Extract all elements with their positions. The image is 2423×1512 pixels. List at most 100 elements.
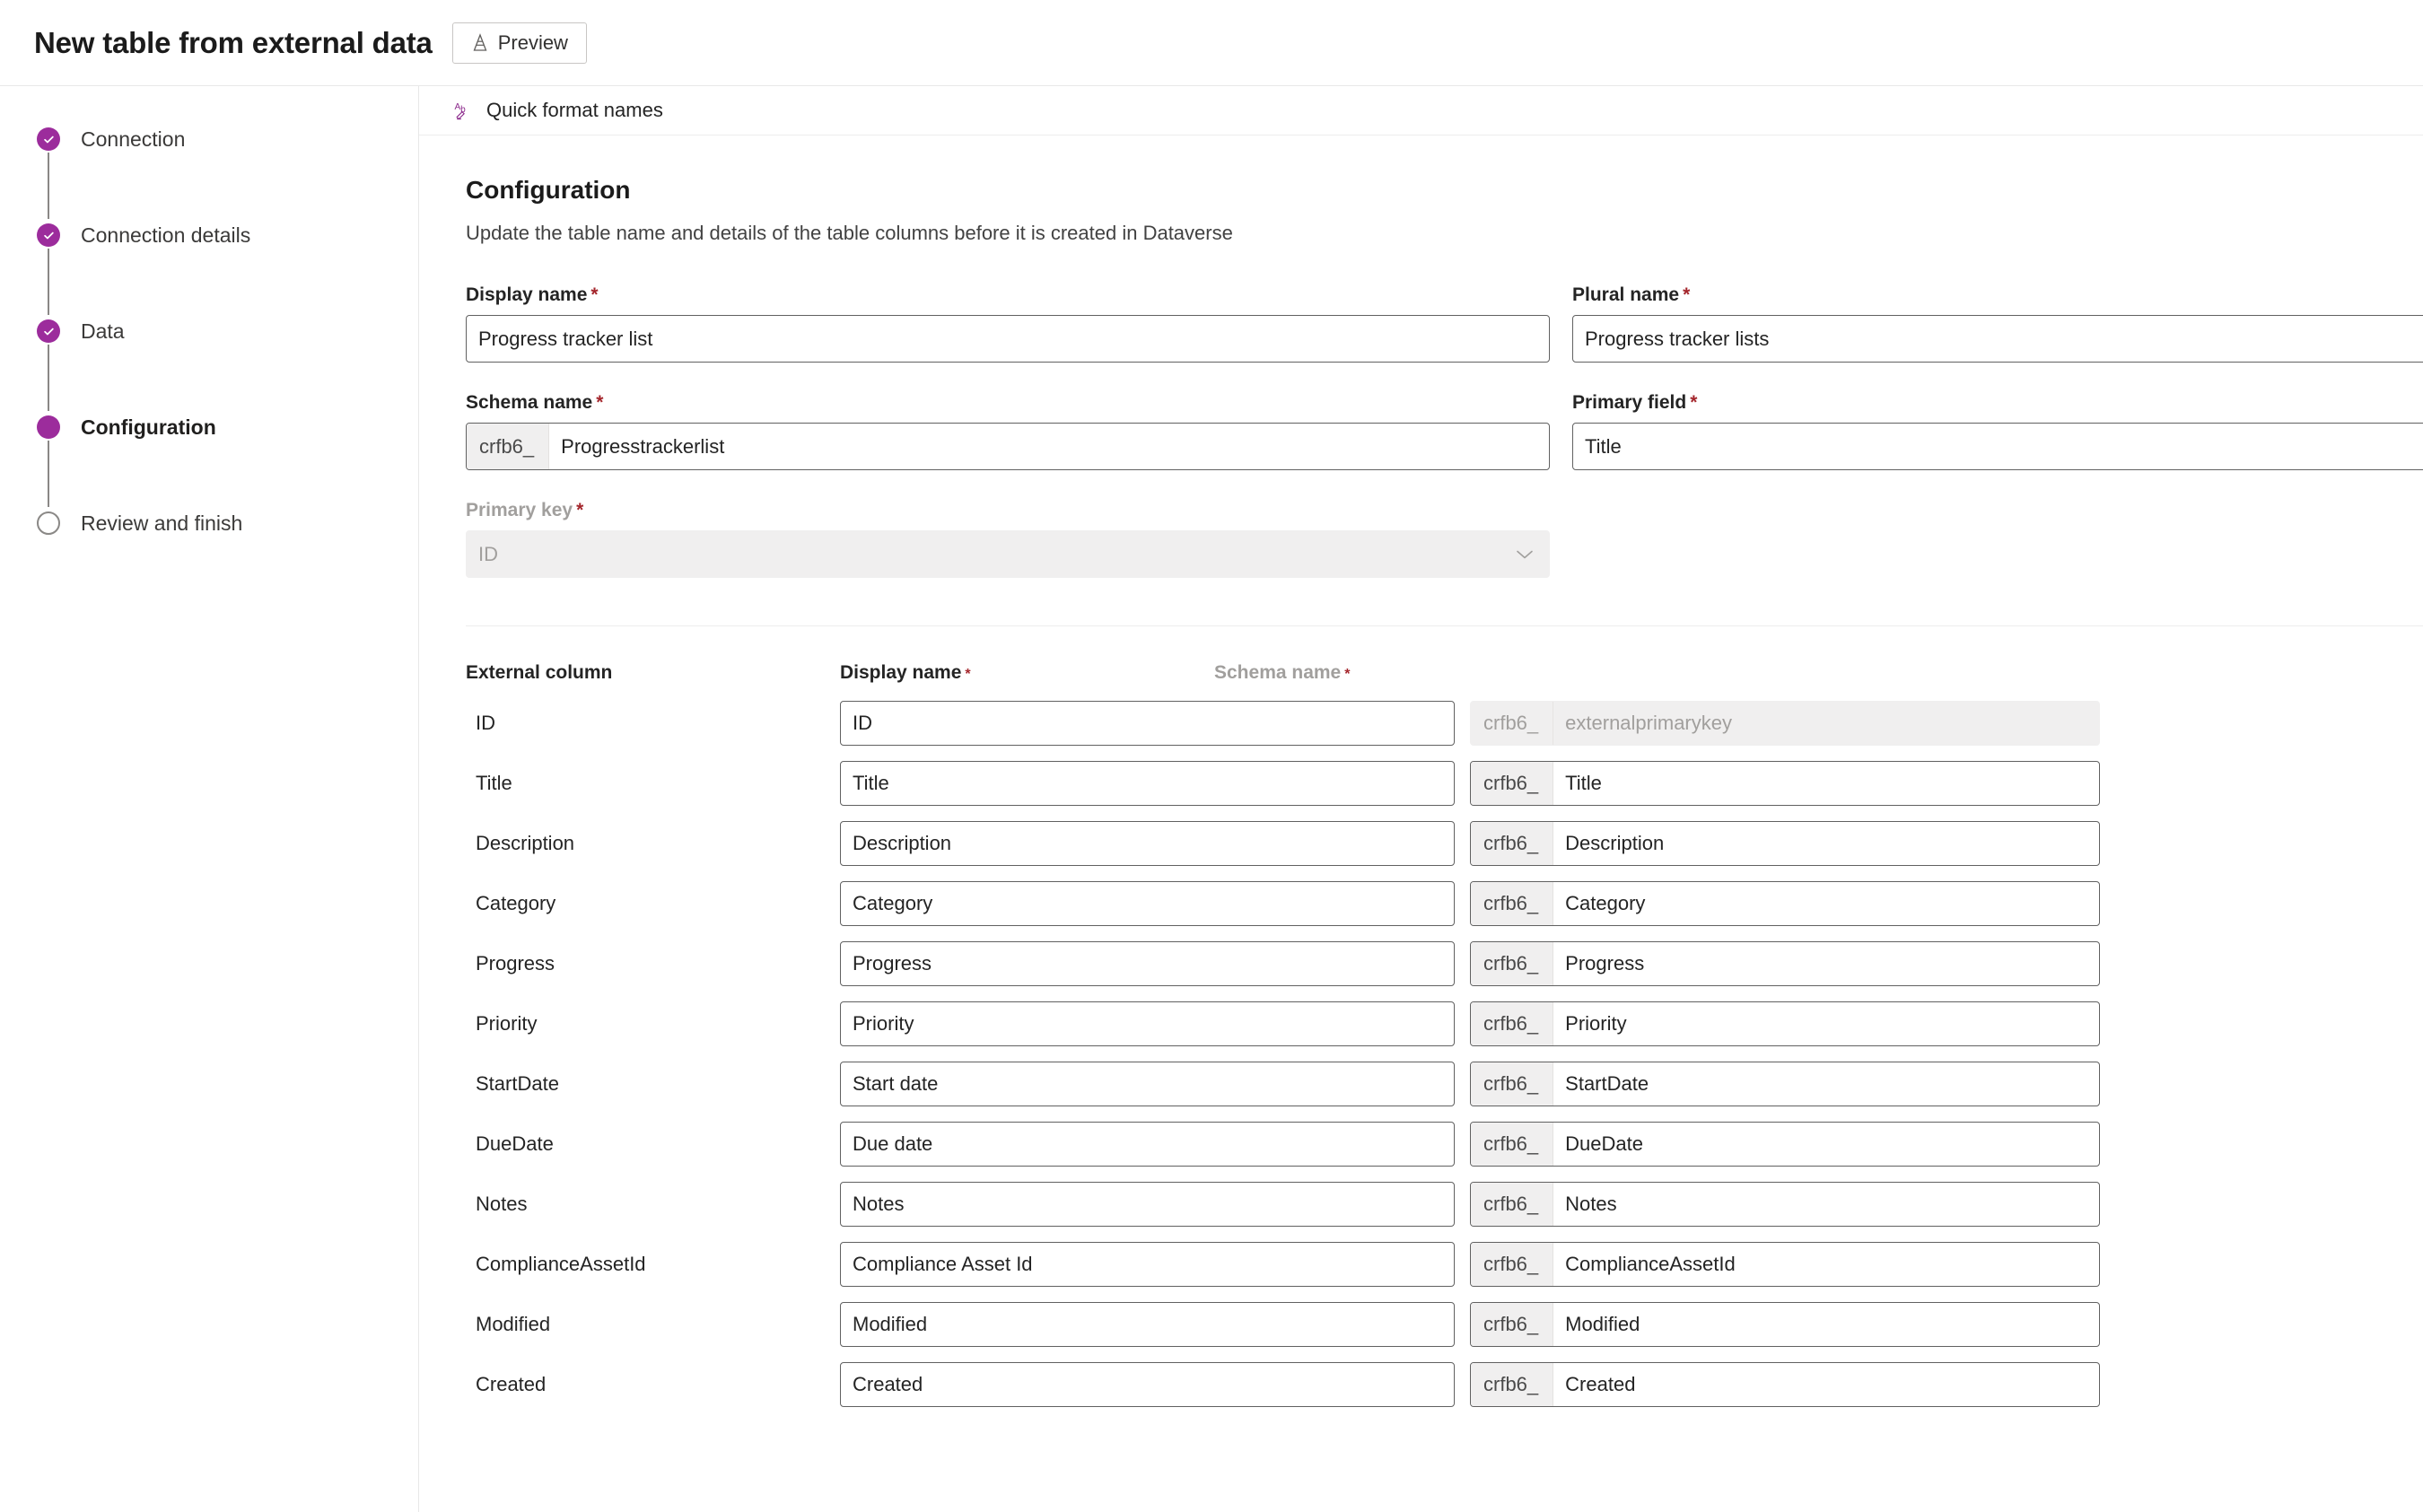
- schema-name-input-wrapper[interactable]: crfb6_: [1470, 820, 2100, 866]
- schema-name-input[interactable]: [1553, 1302, 2099, 1346]
- plural-name-input-wrapper[interactable]: [1572, 315, 2423, 363]
- schema-name-input-wrapper[interactable]: crfb6_: [1470, 1001, 2100, 1046]
- schema-name-input-wrapper[interactable]: crfb6_: [1470, 760, 2100, 806]
- schema-name-input[interactable]: [1553, 1362, 2099, 1406]
- schema-name-input-wrapper[interactable]: crfb6_: [1470, 1361, 2100, 1407]
- preview-label: Preview: [497, 31, 568, 54]
- schema-name-cell: crfb6_: [1470, 1001, 2100, 1046]
- form-column-left: Display name* Schema name* crfb6_: [466, 284, 1550, 607]
- schema-name-prefix: crfb6_: [1471, 821, 1554, 865]
- step-label: Configuration: [81, 415, 216, 439]
- display-name-input[interactable]: [841, 1122, 1454, 1166]
- external-column-name: DueDate: [476, 1132, 554, 1155]
- step-review-and-finish[interactable]: Review and finish: [0, 508, 418, 544]
- schema-name-input[interactable]: [1553, 941, 2099, 985]
- section-divider: [466, 625, 2423, 626]
- display-name-cell: [840, 1001, 1470, 1046]
- display-name-input[interactable]: [841, 881, 1454, 925]
- required-asterisk: *: [1690, 392, 1698, 413]
- schema-name-input-wrapper[interactable]: crfb6_: [1470, 940, 2100, 986]
- display-name-input-wrapper[interactable]: [840, 1241, 1455, 1287]
- schema-name-cell: crfb6_: [1470, 1241, 2100, 1287]
- header-schema-name: Schema name *: [1214, 662, 1351, 683]
- display-name-input[interactable]: [841, 941, 1454, 985]
- display-name-input[interactable]: [841, 821, 1454, 865]
- display-name-input[interactable]: [841, 761, 1454, 805]
- step-connection-details[interactable]: Connection details: [0, 220, 418, 316]
- display-name-input-wrapper[interactable]: [840, 700, 1455, 746]
- quick-format-names-button[interactable]: A b Quick format names: [449, 95, 669, 126]
- schema-name-prefix: crfb6_: [1471, 1182, 1554, 1226]
- empty-circle-icon: [37, 511, 60, 535]
- table-row: Title crfb6_: [466, 753, 2423, 813]
- configuration-panel: A b Quick format names Configuration Upd…: [419, 86, 2423, 1512]
- schema-name-input[interactable]: [1553, 761, 2099, 805]
- schema-name-input[interactable]: [1553, 1001, 2099, 1045]
- display-name-cell: [840, 1121, 1470, 1167]
- display-name-input-wrapper[interactable]: [840, 880, 1455, 926]
- step-marker: [36, 412, 61, 507]
- display-name-input[interactable]: [467, 316, 1549, 362]
- schema-name-input-wrapper[interactable]: crfb6_: [466, 423, 1550, 470]
- display-name-cell: [840, 940, 1470, 986]
- schema-name-input[interactable]: [1553, 1062, 2099, 1106]
- step-data[interactable]: Data: [0, 316, 418, 412]
- header-display-name: Display name *: [840, 662, 971, 683]
- primary-field-input[interactable]: [1573, 424, 2423, 469]
- schema-name-input[interactable]: [1553, 1182, 2099, 1226]
- plural-name-input[interactable]: [1573, 316, 2423, 362]
- schema-name-input[interactable]: [549, 424, 1549, 469]
- display-name-input-wrapper[interactable]: [840, 1301, 1455, 1347]
- schema-name-input-wrapper[interactable]: crfb6_: [1470, 1241, 2100, 1287]
- table-row: Modified crfb6_: [466, 1294, 2423, 1354]
- display-name-input-wrapper[interactable]: [840, 940, 1455, 986]
- display-name-input-wrapper[interactable]: [840, 1361, 1455, 1407]
- display-name-input[interactable]: [841, 1062, 1454, 1106]
- display-name-input[interactable]: [841, 1182, 1454, 1226]
- display-name-input-wrapper[interactable]: [840, 760, 1455, 806]
- display-name-cell: [840, 700, 1470, 746]
- schema-name-input-wrapper[interactable]: crfb6_: [1470, 880, 2100, 926]
- display-name-input-wrapper[interactable]: [840, 820, 1455, 866]
- schema-name-input[interactable]: [1553, 881, 2099, 925]
- schema-name-label: Schema name *: [466, 392, 604, 413]
- preview-badge[interactable]: Preview: [451, 22, 587, 64]
- schema-name-cell: crfb6_: [1470, 1181, 2100, 1227]
- step-connection[interactable]: Connection: [0, 124, 418, 220]
- display-name-cell: [840, 1361, 1470, 1407]
- step-configuration[interactable]: Configuration: [0, 412, 418, 508]
- external-column-name: Category: [476, 891, 556, 914]
- external-column-name: ID: [476, 711, 495, 734]
- display-name-input[interactable]: [841, 1302, 1454, 1346]
- display-name-input-wrapper[interactable]: [466, 315, 1550, 363]
- schema-name-cell: crfb6_: [1470, 1061, 2100, 1106]
- schema-name-cell: crfb6_: [1470, 940, 2100, 986]
- schema-name-input[interactable]: [1553, 1122, 2099, 1166]
- schema-name-input-wrapper[interactable]: crfb6_: [1470, 1301, 2100, 1347]
- display-name-input-wrapper[interactable]: [840, 1061, 1455, 1106]
- display-name-input[interactable]: [841, 1242, 1454, 1286]
- external-column-name: Priority: [476, 1011, 538, 1035]
- display-name-input[interactable]: [841, 701, 1454, 745]
- schema-name-input-wrapper[interactable]: crfb6_: [1470, 1061, 2100, 1106]
- step-label: Data: [81, 319, 125, 343]
- primary-field-input-wrapper[interactable]: [1572, 423, 2423, 470]
- schema-name-prefix: crfb6_: [1471, 1062, 1554, 1106]
- field-display-name: Display name *: [466, 284, 1550, 363]
- table-row: Notes crfb6_: [466, 1174, 2423, 1234]
- step-connector: [48, 441, 49, 507]
- schema-name-input-wrapper[interactable]: crfb6_: [1470, 1121, 2100, 1167]
- display-name-input[interactable]: [841, 1001, 1454, 1045]
- display-name-input[interactable]: [841, 1362, 1454, 1406]
- primary-field-label: Primary field *: [1572, 392, 1698, 413]
- schema-name-input[interactable]: [1553, 821, 2099, 865]
- schema-name-input-wrapper[interactable]: crfb6_: [1470, 1181, 2100, 1227]
- columns-table-header: External column Display name * Schema nam…: [466, 662, 2423, 684]
- preview-cone-icon: [471, 32, 489, 53]
- schema-name-input[interactable]: [1553, 1242, 2099, 1286]
- display-name-cell: [840, 1241, 1470, 1287]
- display-name-input-wrapper[interactable]: [840, 1001, 1455, 1046]
- required-asterisk: *: [596, 392, 604, 413]
- display-name-input-wrapper[interactable]: [840, 1121, 1455, 1167]
- display-name-input-wrapper[interactable]: [840, 1181, 1455, 1227]
